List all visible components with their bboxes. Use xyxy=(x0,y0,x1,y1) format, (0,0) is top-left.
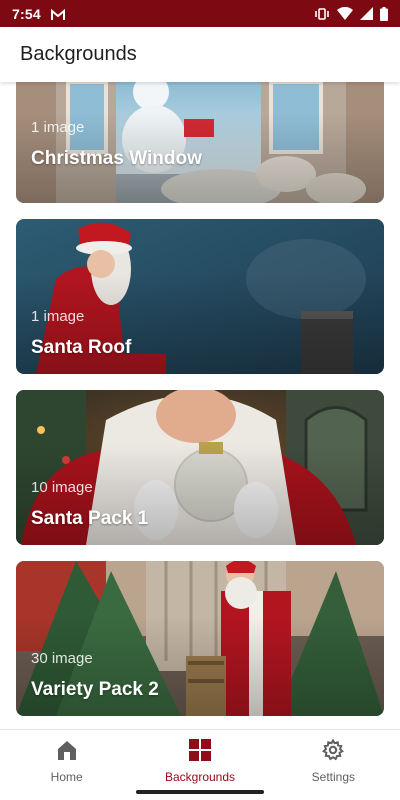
screen: 7:54 Backgrounds 1 image Christmas Windo… xyxy=(0,0,400,800)
nav-home-label: Home xyxy=(50,770,83,784)
gesture-handle[interactable] xyxy=(136,790,264,794)
status-icons xyxy=(314,6,388,21)
card-shade xyxy=(16,82,384,203)
card-title: Variety Pack 2 xyxy=(31,679,159,700)
page-title: Backgrounds xyxy=(20,43,137,65)
status-time: 7:54 xyxy=(12,5,41,22)
background-card[interactable]: 1 image Christmas Window xyxy=(16,82,384,203)
gear-icon xyxy=(322,738,345,766)
status-bar: 7:54 xyxy=(0,0,400,27)
background-card[interactable]: 30 image Variety Pack 2 xyxy=(16,561,384,716)
background-card[interactable]: 1 image Santa Roof xyxy=(16,219,384,374)
app-bar: Backgrounds xyxy=(0,27,400,82)
card-title: Santa Roof xyxy=(31,337,132,358)
image-count: 1 image xyxy=(31,308,85,325)
battery-icon xyxy=(380,6,388,21)
image-count: 10 image xyxy=(31,479,93,496)
vibrate-icon xyxy=(314,7,330,20)
card-title: Christmas Window xyxy=(31,148,202,169)
wifi-icon xyxy=(337,7,353,20)
card-title: Santa Pack 1 xyxy=(31,508,149,529)
image-count: 1 image xyxy=(31,119,85,136)
bottom-nav: Home Backgrounds Settings xyxy=(0,729,400,785)
nav-backgrounds-label: Backgrounds xyxy=(164,770,236,784)
nav-home[interactable]: Home xyxy=(0,730,133,785)
gesture-bar xyxy=(0,785,400,800)
image-count: 30 image xyxy=(31,650,93,667)
background-card[interactable]: 10 image Santa Pack 1 xyxy=(16,390,384,545)
grid-icon xyxy=(188,739,211,766)
nav-backgrounds[interactable]: Backgrounds xyxy=(133,730,266,785)
gmail-icon xyxy=(50,8,65,20)
nav-settings-label: Settings xyxy=(311,770,355,784)
signal-icon xyxy=(360,7,373,20)
backgrounds-list[interactable]: 1 image Christmas Window 1 image Santa R… xyxy=(0,82,400,729)
nav-settings[interactable]: Settings xyxy=(267,730,400,785)
home-icon xyxy=(56,739,78,766)
